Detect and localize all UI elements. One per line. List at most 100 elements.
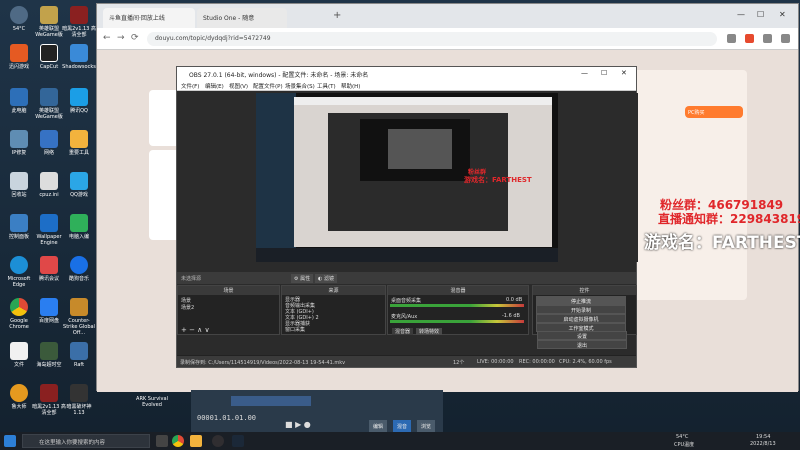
- add-scene-icon[interactable]: + − ∧ ∨: [181, 326, 210, 334]
- filters-button[interactable]: ◐ 滤镜: [315, 274, 337, 283]
- close-icon[interactable]: ✕: [621, 69, 627, 77]
- desktop-icon-qqgame[interactable]: QQ游戏: [62, 172, 96, 198]
- baidu-pan-icon: [40, 298, 58, 316]
- desktop-icon-label: CapCut: [39, 64, 59, 70]
- network-icon: [40, 130, 58, 148]
- obs-status-bar: 录制保存到: C:/Users/114514919/Videos/2022-08…: [177, 355, 636, 367]
- desktop-icon-file[interactable]: 文件: [2, 342, 36, 368]
- desktop-icon-app[interactable]: 迅闪游戏: [2, 44, 36, 70]
- tab-mixer[interactable]: 混音器: [392, 328, 414, 335]
- tab-browse[interactable]: 浏览: [417, 420, 436, 432]
- desktop-icon-chrome[interactable]: Google Chrome: [2, 298, 36, 330]
- maximize-icon[interactable]: ☐: [601, 69, 607, 77]
- forward-icon[interactable]: →: [117, 33, 125, 43]
- clock-time[interactable]: 19:54: [756, 434, 770, 440]
- virtual-camera-button[interactable]: 启动虚拟摄像机: [536, 314, 626, 323]
- taskbar-search-input[interactable]: 在这里输入你要搜索的内容: [22, 434, 150, 448]
- desktop-icon-network[interactable]: 网络: [32, 130, 66, 156]
- menu-icon[interactable]: [781, 34, 790, 43]
- start-recording-button[interactable]: 开始录制: [536, 305, 626, 314]
- extension-icon[interactable]: [745, 34, 754, 43]
- chrome-icon[interactable]: [172, 435, 184, 447]
- desktop-icon-label: 暗黑2v1.13 高清全部: [32, 404, 66, 416]
- ark-icon-label[interactable]: ARK Survival Evolved: [132, 396, 172, 408]
- obs-window: OBS 27.0.1 (64-bit, windows) - 配置文件: 未命名…: [176, 66, 638, 368]
- play-controls-icon[interactable]: ■ ▶ ●: [285, 420, 311, 429]
- menu-view[interactable]: 视图(V): [229, 82, 248, 90]
- menu-edit[interactable]: 编辑(E): [205, 82, 224, 90]
- desktop-icon-pc[interactable]: 此电脑: [2, 88, 36, 114]
- tab-studio-one[interactable]: Studio One - 随意: [197, 8, 287, 28]
- stop-streaming-button[interactable]: 停止推流: [536, 296, 626, 305]
- maximize-icon[interactable]: ☐: [757, 10, 764, 19]
- desktop-icon-label: 54°C: [12, 26, 26, 32]
- filters-label: 滤镜: [323, 276, 334, 282]
- desktop-icon-capcut[interactable]: CapCut: [32, 44, 66, 70]
- diablo-icon: [70, 6, 88, 24]
- mixer-channel-db: 0.0 dB: [506, 297, 523, 303]
- menu-scene-collection[interactable]: 场景集合(S): [285, 82, 315, 90]
- edge-icon: [10, 256, 28, 274]
- close-icon[interactable]: ✕: [779, 10, 786, 19]
- desktop-icon-baidu[interactable]: 百度网盘: [32, 298, 66, 324]
- url-input[interactable]: douyu.com/topic/dydqdj?rid=5472749: [147, 32, 717, 46]
- settings-button[interactable]: 设置: [537, 331, 627, 340]
- back-icon[interactable]: ←: [103, 33, 111, 43]
- profile-icon[interactable]: [763, 34, 772, 43]
- audio-meter: [390, 304, 524, 307]
- steam-icon[interactable]: [232, 435, 244, 447]
- desktop-icon-raft[interactable]: Raft: [62, 342, 96, 368]
- minimize-icon[interactable]: —: [581, 69, 588, 77]
- desktop-icon-label: 控制面板: [8, 234, 29, 240]
- desktop-icon-kugou[interactable]: 酷狗音乐: [62, 256, 96, 282]
- windows-start-icon[interactable]: [4, 435, 16, 447]
- desktop-icon-meeting[interactable]: 腾讯会议: [32, 256, 66, 282]
- sources-panel: 来源 显示器 音频输出采集 文本 (GDI+) 文本 (GDI+) 2 显示器捕…: [281, 285, 386, 335]
- desktop-icon-recycle[interactable]: 回收站: [2, 172, 36, 198]
- tab-mix[interactable]: 混音: [393, 420, 412, 432]
- desktop-icon-lol[interactable]: 英雄联盟 WeGame版: [32, 6, 66, 38]
- obs-icon[interactable]: [212, 435, 224, 447]
- new-tab-icon[interactable]: +: [333, 10, 341, 21]
- source-item[interactable]: 窗口采集: [285, 326, 305, 333]
- audio-meter: [390, 320, 524, 323]
- share-icon[interactable]: [727, 34, 736, 43]
- scene-item[interactable]: 场景: [181, 297, 191, 304]
- desktop-icon-ss[interactable]: Shadowsocks: [62, 44, 96, 70]
- desktop-icon-control[interactable]: 控制面板: [2, 214, 36, 240]
- desktop-icon-island[interactable]: 海岛超时空: [32, 342, 66, 368]
- tab-douyu[interactable]: 斗鱼直播间·回放上线: [103, 8, 195, 28]
- desktop-icon-label: 重要工具: [68, 150, 89, 156]
- obs-preview[interactable]: 粉丝群 游戏名：FARTHEST: [256, 93, 558, 262]
- tab-edit[interactable]: 编辑: [369, 420, 388, 432]
- desktop-icon-tools[interactable]: 重要工具: [62, 130, 96, 156]
- menu-tools[interactable]: 工具(T): [317, 82, 336, 90]
- clock-date[interactable]: 2022/8/13: [750, 441, 776, 447]
- desktop-icon-pcentry[interactable]: 电脑入编: [62, 214, 96, 240]
- tab-transitions[interactable]: 转场特效: [416, 328, 443, 335]
- desktop-icon-cpu[interactable]: 54°C: [2, 6, 36, 32]
- desktop-icon-net[interactable]: IP修复: [2, 130, 36, 156]
- menu-help[interactable]: 帮助(H): [341, 82, 360, 90]
- task-view-icon[interactable]: [156, 435, 168, 447]
- scene-item[interactable]: 场景2: [181, 304, 194, 311]
- desktop-icon-lol2[interactable]: 英雄联盟WeGame版: [32, 88, 66, 120]
- reload-icon[interactable]: ⟳: [131, 33, 139, 43]
- desktop-icon-diablo[interactable]: 暗黑2v1.13 高清全部: [32, 384, 66, 416]
- desktop-icon-edge[interactable]: Microsoft Edge: [2, 256, 36, 288]
- desktop-icon-diablo3[interactable]: 暗黑破坏神 1.13: [62, 384, 96, 416]
- desktop-icon-qq[interactable]: 腾讯QQ: [62, 88, 96, 114]
- desktop-icon-diablo2[interactable]: 暗黑2v1.13 高清全部: [62, 6, 96, 38]
- desktop-icon-ludashi[interactable]: 鲁大师: [2, 384, 36, 410]
- folder-icon[interactable]: [190, 435, 202, 447]
- minimize-icon[interactable]: —: [737, 10, 745, 19]
- menu-profile[interactable]: 配置文件(P): [253, 82, 283, 90]
- desktop-icon-csgo[interactable]: Counter-Strike Global Off...: [62, 298, 96, 336]
- pcbuy-badge[interactable]: PC购买: [685, 106, 743, 118]
- desktop-icon-cpuz[interactable]: cpuz.ini: [32, 172, 66, 198]
- properties-button[interactable]: ⚙ 属性: [291, 274, 314, 283]
- exit-button[interactable]: 退出: [537, 340, 627, 349]
- menu-file[interactable]: 文件(F): [181, 82, 199, 90]
- desktop-icon-wallpaper[interactable]: Wallpaper Engine: [32, 214, 66, 246]
- studio-track: [231, 396, 311, 406]
